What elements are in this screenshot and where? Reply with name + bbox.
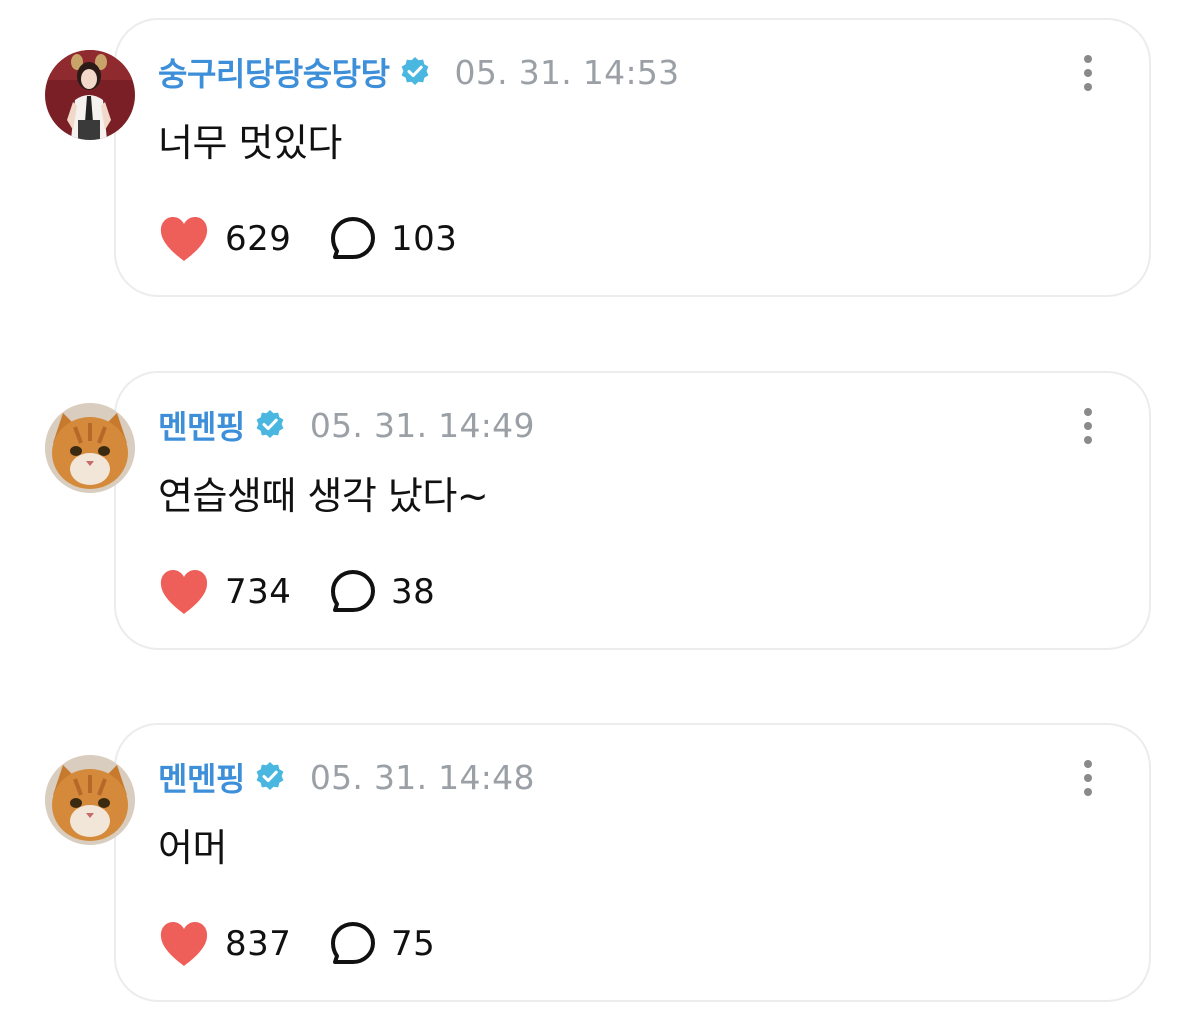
verified-badge-icon [254,409,286,441]
reply-bubble-icon[interactable] [329,920,377,968]
comment-header: 멘멘핑 05. 31. 14:48 [158,755,535,799]
avatar[interactable] [45,755,135,845]
heart-icon[interactable] [158,567,210,617]
cat-avatar-icon [45,403,135,493]
comment-text: 연습생때 생각 났다~ [158,474,489,518]
timestamp: 05. 31. 14:49 [309,405,535,445]
comment-text: 어머 [158,826,227,870]
comment-card: 멘멘핑 05. 31. 14:48 어머 837 75 [0,705,1200,1005]
like-count: 734 [225,572,292,612]
like-count: 837 [225,924,292,964]
reply-bubble-icon[interactable] [329,568,377,616]
girl-avatar-icon [45,50,135,140]
comment-text: 너무 멋있다 [158,121,342,165]
verified-badge-icon [254,761,286,793]
reply-bubble-icon[interactable] [329,215,377,263]
username[interactable]: 멘멘핑 [158,754,245,800]
username[interactable]: 멘멘핑 [158,402,245,448]
more-options-icon[interactable] [1068,757,1108,799]
verified-badge-icon [399,56,431,88]
comment-card: 숭구리당당숭당당 05. 31. 14:53 너무 멋있다 629 103 [0,0,1200,300]
heart-icon[interactable] [158,919,210,969]
like-count: 629 [225,219,292,259]
avatar[interactable] [45,403,135,493]
reply-count: 103 [391,219,458,259]
reply-count: 38 [391,572,436,612]
timestamp: 05. 31. 14:48 [309,757,535,797]
comment-actions: 734 38 [158,567,435,617]
username[interactable]: 숭구리당당숭당당 [158,49,390,95]
comment-header: 멘멘핑 05. 31. 14:49 [158,403,535,447]
comment-actions: 629 103 [158,214,457,264]
heart-icon[interactable] [158,214,210,264]
timestamp: 05. 31. 14:53 [454,52,680,92]
avatar[interactable] [45,50,135,140]
more-options-icon[interactable] [1068,405,1108,447]
comment-card: 멘멘핑 05. 31. 14:49 연습생때 생각 났다~ 734 38 [0,353,1200,653]
comment-actions: 837 75 [158,919,435,969]
reply-count: 75 [391,924,436,964]
comment-header: 숭구리당당숭당당 05. 31. 14:53 [158,50,679,94]
more-options-icon[interactable] [1068,52,1108,94]
cat-avatar-icon [45,755,135,845]
